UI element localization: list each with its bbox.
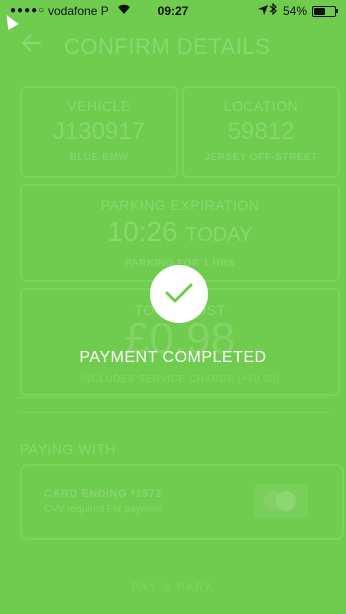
payment-completed-message: PAYMENT COMPLETED — [79, 349, 267, 366]
confirm-details-screen: ●●●●○ vodafone P 09:27 54% CONFIRM DETAI… — [0, 0, 346, 614]
payment-completed-overlay: PAYMENT COMPLETED — [0, 0, 346, 614]
checkmark-icon — [150, 265, 208, 323]
